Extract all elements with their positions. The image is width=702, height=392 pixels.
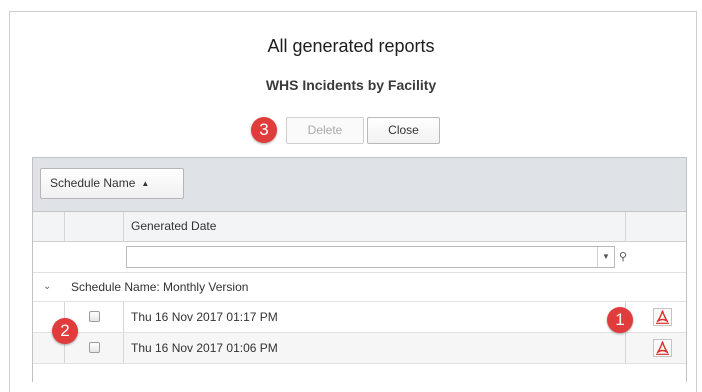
pdf-icon <box>656 341 669 355</box>
row-select-checkbox[interactable] <box>89 311 100 322</box>
sort-ascending-icon: ▲ <box>141 179 150 188</box>
filter-row: ▼ ⚲ <box>33 242 686 273</box>
badge-three: 3 <box>251 117 277 143</box>
table-row[interactable]: Thu 16 Nov 2017 01:17 PM <box>33 302 686 333</box>
column-header-row: Generated Date <box>33 212 686 242</box>
delete-button[interactable]: Delete <box>286 117 364 144</box>
row-divider <box>123 302 124 332</box>
header-divider <box>123 212 124 241</box>
row-divider <box>625 333 626 363</box>
column-header-generated-date[interactable]: Generated Date <box>131 212 216 241</box>
badge-one: 1 <box>607 307 633 333</box>
chevron-down-icon[interactable]: ⌄ <box>43 273 51 301</box>
generated-date-filter-input[interactable]: ▼ <box>126 246 615 268</box>
close-button[interactable]: Close <box>367 117 440 144</box>
group-row-monthly-version[interactable]: ⌄ Schedule Name: Monthly Version <box>33 273 686 302</box>
badge-two: 2 <box>52 318 78 344</box>
header-divider <box>625 212 626 241</box>
group-by-panel: Schedule Name ▲ <box>33 158 686 212</box>
table-row[interactable]: Thu 16 Nov 2017 01:06 PM <box>33 333 686 364</box>
row-divider <box>123 333 124 363</box>
generated-date-cell: Thu 16 Nov 2017 01:06 PM <box>131 341 278 355</box>
pdf-icon <box>656 310 669 324</box>
pdf-download-button[interactable] <box>653 339 672 357</box>
header-divider <box>64 212 65 241</box>
dialog-title: All generated reports <box>267 36 435 56</box>
report-name: WHS Incidents by Facility <box>265 77 437 93</box>
group-chip-schedule-name[interactable]: Schedule Name ▲ <box>40 168 184 199</box>
filter-dropdown-icon[interactable]: ▼ <box>597 247 614 267</box>
group-chip-label: Schedule Name <box>50 176 136 190</box>
filter-funnel-icon[interactable]: ⚲ <box>619 250 627 263</box>
reports-grid: Schedule Name ▲ Generated Date ▼ ⚲ ⌄ Sche… <box>32 157 687 382</box>
pdf-download-button[interactable] <box>653 308 672 326</box>
generated-date-cell: Thu 16 Nov 2017 01:17 PM <box>131 310 278 324</box>
row-select-checkbox[interactable] <box>89 342 100 353</box>
group-row-label: Schedule Name: Monthly Version <box>71 280 249 294</box>
